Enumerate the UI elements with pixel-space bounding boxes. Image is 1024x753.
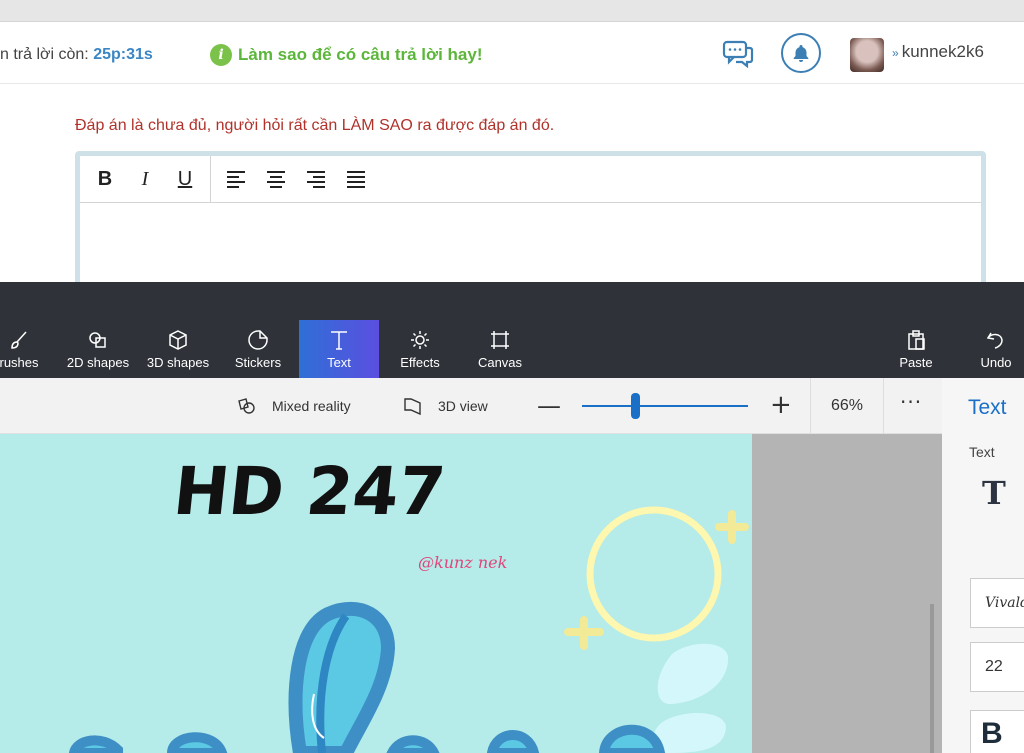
- paint3d-window: rushes 2D shapes 3D shapes Stickers Text…: [0, 282, 1024, 753]
- bottom-blob-4: [486, 730, 540, 753]
- tool-label: Text: [327, 354, 351, 370]
- tool-text[interactable]: Text: [299, 320, 379, 378]
- text-type-label: Text: [969, 444, 995, 460]
- format-group: B I U: [80, 156, 211, 202]
- ribbon-toolbar: rushes 2D shapes 3D shapes Stickers Text…: [0, 320, 1024, 378]
- paste-button[interactable]: Paste: [876, 320, 956, 378]
- tool-label: Stickers: [234, 354, 282, 370]
- 3d-view-button[interactable]: 3D view: [402, 378, 488, 434]
- align-justify-icon: [347, 171, 365, 188]
- tip-text: Làm sao để có câu trả lời hay!: [238, 45, 483, 64]
- drawing-canvas[interactable]: HD 247 @kunz nek: [0, 434, 752, 753]
- avatar[interactable]: [850, 38, 884, 72]
- align-center-button[interactable]: [259, 162, 293, 196]
- sparkle-shape: [715, 510, 749, 544]
- chevron-down-icon: »: [892, 46, 899, 60]
- tool-label: Effects: [400, 354, 440, 370]
- answer-editor[interactable]: B I U: [75, 151, 986, 291]
- zoom-slider-track[interactable]: [582, 405, 748, 407]
- light-blob-shape-2: [653, 713, 726, 753]
- canvas-crop-icon: [491, 330, 509, 349]
- align-justify-button[interactable]: [339, 162, 373, 196]
- undo-button[interactable]: Undo: [956, 320, 1024, 378]
- mixed-reality-button[interactable]: Mixed reality: [236, 378, 351, 434]
- workspace-scrollbar[interactable]: [930, 604, 934, 753]
- tool-canvas[interactable]: Canvas: [460, 320, 540, 378]
- yellow-circle-shape: [586, 506, 722, 642]
- canvas-signature-text: @kunz nek: [418, 553, 507, 572]
- bold-button[interactable]: B: [88, 162, 122, 196]
- align-right-icon: [307, 171, 325, 188]
- editor-toolbar: B I U: [80, 156, 981, 203]
- canvas-drawing: HD 247 @kunz nek: [68, 453, 749, 753]
- paste-label: Paste: [899, 354, 933, 370]
- bottom-blob-3: [386, 735, 440, 753]
- undo-icon: [986, 332, 1003, 349]
- answer-tip-link[interactable]: i Làm sao để có câu trả lời hay!: [210, 44, 483, 66]
- info-icon: i: [210, 44, 232, 66]
- tool-label: Canvas: [477, 354, 523, 370]
- align-left-button[interactable]: [219, 162, 253, 196]
- countdown-prefix: n trả lời còn:: [0, 46, 94, 63]
- font-size-dropdown[interactable]: 22: [970, 642, 1024, 692]
- 2d-text-icon[interactable]: T: [982, 474, 1006, 512]
- align-center-icon: [267, 171, 285, 188]
- undo-label: Undo: [980, 354, 1012, 370]
- user-menu[interactable]: » kunnek2k6: [892, 42, 984, 62]
- zoom-in-button[interactable]: +: [770, 390, 792, 420]
- canvas-title-text: HD 247: [170, 453, 449, 530]
- text-side-panel: Text Text T Vivaldi 22 B: [942, 378, 1024, 753]
- light-blob-shape: [657, 643, 729, 705]
- countdown: n trả lời còn: 25p:31s: [0, 46, 153, 64]
- bottom-blob-2: [166, 732, 228, 753]
- 2d-shapes-icon: [89, 331, 106, 348]
- bottom-blob-5: [598, 724, 666, 753]
- tool-effects[interactable]: Effects: [380, 320, 460, 378]
- 3d-view-icon: [404, 398, 421, 416]
- bell-icon: [793, 45, 809, 62]
- sun-icon: [411, 330, 429, 349]
- countdown-value: 25p:31s: [93, 46, 153, 63]
- mixed-reality-icon: [238, 398, 255, 414]
- notification-button[interactable]: [781, 33, 821, 73]
- tool-label: 3D shapes: [146, 354, 210, 370]
- tool-label: 2D shapes: [66, 354, 130, 370]
- sticker-icon: [248, 329, 268, 350]
- font-family-dropdown[interactable]: Vivaldi: [970, 578, 1024, 628]
- chat-icon[interactable]: [722, 40, 754, 69]
- answer-note: Đáp án là chưa đủ, người hỏi rất cần LÀM…: [75, 117, 555, 134]
- bold-toggle[interactable]: B: [970, 710, 1024, 753]
- more-options-button[interactable]: ···: [900, 390, 922, 414]
- tool-label: rushes: [0, 354, 39, 370]
- zoom-level[interactable]: 66%: [810, 378, 884, 434]
- screen: n trả lời còn: 25p:31s i Làm sao để có c…: [0, 0, 1024, 753]
- view-toolbar: Mixed reality 3D view — + 66% ···: [0, 378, 1024, 434]
- mixed-reality-label: Mixed reality: [272, 398, 351, 414]
- text-tool-icon: [331, 330, 347, 350]
- paste-icon: [908, 329, 925, 350]
- bottom-blob: [68, 735, 123, 753]
- workspace: HD 247 @kunz nek: [0, 434, 942, 753]
- align-group: [211, 156, 381, 202]
- align-left-icon: [227, 171, 245, 188]
- tool-2d-shapes[interactable]: 2D shapes: [58, 320, 138, 378]
- brush-icon: [11, 330, 27, 349]
- sparkle-shape-2: [564, 616, 604, 650]
- tool-3d-shapes[interactable]: 3D shapes: [138, 320, 218, 378]
- zoom-out-button[interactable]: —: [537, 392, 561, 420]
- italic-button[interactable]: I: [128, 162, 162, 196]
- side-panel-title: Text: [968, 396, 1007, 419]
- underline-button[interactable]: U: [168, 162, 202, 196]
- tool-stickers[interactable]: Stickers: [218, 320, 298, 378]
- ribbon-titlebar: [0, 282, 1024, 320]
- zoom-slider-thumb[interactable]: [631, 393, 641, 419]
- 3d-cube-icon: [169, 329, 187, 350]
- 3d-view-label: 3D view: [438, 398, 488, 414]
- browser-strip: [0, 0, 1024, 22]
- align-right-button[interactable]: [299, 162, 333, 196]
- tool-brushes[interactable]: rushes: [0, 320, 59, 378]
- username: kunnek2k6: [901, 42, 984, 61]
